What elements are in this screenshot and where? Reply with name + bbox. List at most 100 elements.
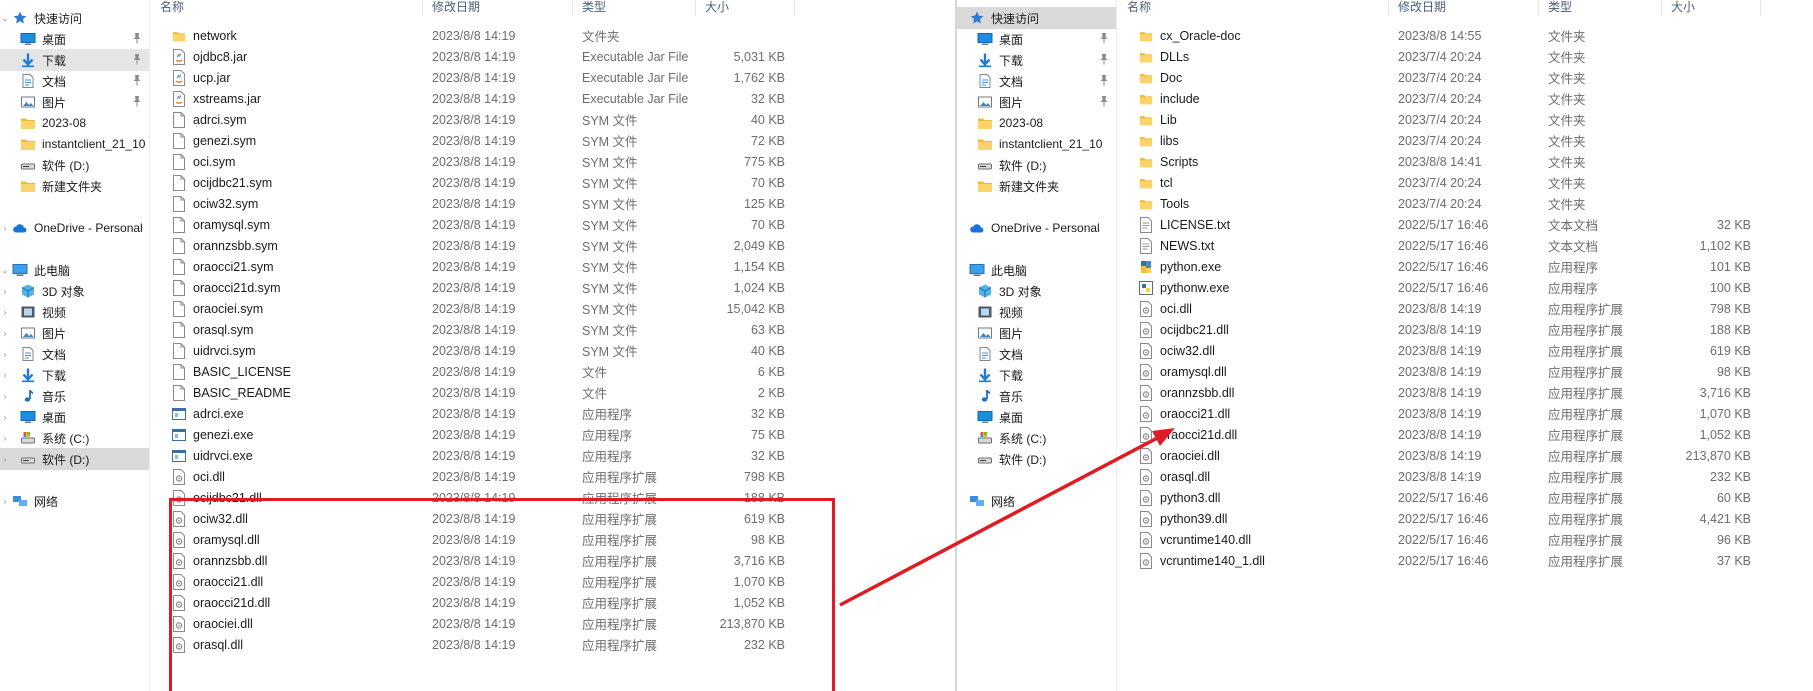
column-header-type[interactable]: 类型: [1539, 0, 1662, 16]
file-row[interactable]: ocijdbc21.sym 2023/8/8 14:19 SYM 文件 70 KB: [151, 172, 955, 193]
file-row[interactable]: python3.dll 2022/5/17 16:46 应用程序扩展 60 KB: [1118, 487, 1813, 508]
chevron-down-icon[interactable]: ⌄: [0, 14, 10, 23]
nav-item[interactable]: 图片: [0, 91, 149, 113]
file-row[interactable]: vcruntime140_1.dll 2022/5/17 16:46 应用程序扩展 3…: [1118, 550, 1813, 571]
nav-item[interactable]: 图片: [957, 91, 1116, 113]
nav-item[interactable]: 文档: [957, 70, 1116, 92]
chevron-down-icon[interactable]: ⌄: [0, 266, 10, 275]
chevron-right-icon[interactable]: ›: [0, 392, 10, 401]
nav-item[interactable]: 文档: [0, 70, 149, 92]
file-row[interactable]: oraocci21d.sym 2023/8/8 14:19 SYM 文件 1,024 …: [151, 277, 955, 298]
nav-item[interactable]: 软件 (D:): [957, 154, 1116, 176]
column-header-size[interactable]: 大小: [1662, 0, 1761, 16]
nav-item[interactable]: 文档: [957, 343, 1116, 365]
file-row[interactable]: oraocci21.sym 2023/8/8 14:19 SYM 文件 1,154 K…: [151, 256, 955, 277]
chevron-right-icon[interactable]: ›: [0, 413, 10, 422]
file-row[interactable]: cx_Oracle-doc 2023/8/8 14:55 文件夹: [1118, 25, 1813, 46]
nav-item[interactable]: 视频: [957, 301, 1116, 323]
file-row[interactable]: orannzsbb.sym 2023/8/8 14:19 SYM 文件 2,049 K…: [151, 235, 955, 256]
nav-item[interactable]: 新建文件夹: [957, 175, 1116, 197]
nav-item[interactable]: ⌄ 快速访问: [0, 7, 149, 29]
nav-item[interactable]: 桌面: [957, 406, 1116, 428]
file-row[interactable]: ociw32.sym 2023/8/8 14:19 SYM 文件 125 KB: [151, 193, 955, 214]
file-row[interactable]: oci.sym 2023/8/8 14:19 SYM 文件 775 KB: [151, 151, 955, 172]
file-row[interactable]: ocijdbc21.dll 2023/8/8 14:19 应用程序扩展 188 KB: [1118, 319, 1813, 340]
nav-item[interactable]: 图片: [957, 322, 1116, 344]
file-row[interactable]: adrci.exe 2023/8/8 14:19 应用程序 32 KB: [151, 403, 955, 424]
file-row[interactable]: oci.dll 2023/8/8 14:19 应用程序扩展 798 KB: [1118, 298, 1813, 319]
file-row[interactable]: orasql.dll 2023/8/8 14:19 应用程序扩展 232 KB: [1118, 466, 1813, 487]
column-header-name[interactable]: 名称: [1118, 0, 1389, 16]
nav-item[interactable]: 桌面: [0, 28, 149, 50]
nav-item[interactable]: › 音乐: [0, 385, 149, 407]
nav-item[interactable]: 3D 对象: [957, 280, 1116, 302]
file-row[interactable]: vcruntime140.dll 2022/5/17 16:46 应用程序扩展 96 …: [1118, 529, 1813, 550]
file-row[interactable]: tcl 2023/7/4 20:24 文件夹: [1118, 172, 1813, 193]
nav-item[interactable]: › 系统 (C:): [0, 427, 149, 449]
file-row[interactable]: BASIC_LICENSE 2023/8/8 14:19 文件 6 KB: [151, 361, 955, 382]
nav-item[interactable]: instantclient_21_10: [0, 133, 149, 155]
nav-item[interactable]: 音乐: [957, 385, 1116, 407]
column-header-name[interactable]: 名称: [151, 0, 423, 16]
file-row[interactable]: orasql.sym 2023/8/8 14:19 SYM 文件 63 KB: [151, 319, 955, 340]
nav-item[interactable]: instantclient_21_10: [957, 133, 1116, 155]
nav-item[interactable]: 桌面: [957, 28, 1116, 50]
chevron-right-icon[interactable]: ›: [0, 224, 10, 233]
file-row[interactable]: uidrvci.exe 2023/8/8 14:19 应用程序 32 KB: [151, 445, 955, 466]
file-row[interactable]: include 2023/7/4 20:24 文件夹: [1118, 88, 1813, 109]
nav-item[interactable]: 新建文件夹: [0, 175, 149, 197]
file-row[interactable]: DLLs 2023/7/4 20:24 文件夹: [1118, 46, 1813, 67]
column-header-date[interactable]: 修改日期: [423, 0, 573, 16]
nav-item[interactable]: › 下载: [0, 364, 149, 386]
file-row[interactable]: oraocci21d.dll 2023/8/8 14:19 应用程序扩展 1,052 …: [1118, 424, 1813, 445]
chevron-right-icon[interactable]: ›: [0, 434, 10, 443]
nav-item[interactable]: 下载: [957, 364, 1116, 386]
nav-item[interactable]: › 3D 对象: [0, 280, 149, 302]
file-row[interactable]: orannzsbb.dll 2023/8/8 14:19 应用程序扩展 3,716 K…: [1118, 382, 1813, 403]
file-row[interactable]: ociw32.dll 2023/8/8 14:19 应用程序扩展 619 KB: [1118, 340, 1813, 361]
nav-item[interactable]: › 文档: [0, 343, 149, 365]
chevron-right-icon[interactable]: ›: [0, 497, 10, 506]
file-row[interactable]: libs 2023/7/4 20:24 文件夹: [1118, 130, 1813, 151]
nav-item[interactable]: 下载: [0, 49, 149, 71]
file-row[interactable]: pythonw.exe 2022/5/17 16:46 应用程序 100 KB: [1118, 277, 1813, 298]
file-row[interactable]: oraociei.dll 2023/8/8 14:19 应用程序扩展 213,870 …: [1118, 445, 1813, 466]
nav-item[interactable]: ⌄ 此电脑: [0, 259, 149, 281]
file-row[interactable]: ucp.jar 2023/8/8 14:19 Executable Jar File…: [151, 67, 955, 88]
column-header-date[interactable]: 修改日期: [1389, 0, 1539, 16]
nav-item[interactable]: 系统 (C:): [957, 427, 1116, 449]
file-row[interactable]: oci.dll 2023/8/8 14:19 应用程序扩展 798 KB: [151, 466, 955, 487]
nav-item[interactable]: 软件 (D:): [0, 154, 149, 176]
file-row[interactable]: network 2023/8/8 14:19 文件夹: [151, 25, 955, 46]
file-row[interactable]: Tools 2023/7/4 20:24 文件夹: [1118, 193, 1813, 214]
file-row[interactable]: Lib 2023/7/4 20:24 文件夹: [1118, 109, 1813, 130]
chevron-right-icon[interactable]: ›: [0, 455, 10, 464]
column-header-size[interactable]: 大小: [696, 0, 795, 16]
file-row[interactable]: Doc 2023/7/4 20:24 文件夹: [1118, 67, 1813, 88]
chevron-right-icon[interactable]: ›: [0, 350, 10, 359]
file-row[interactable]: genezi.exe 2023/8/8 14:19 应用程序 75 KB: [151, 424, 955, 445]
chevron-right-icon[interactable]: ›: [0, 287, 10, 296]
file-row[interactable]: xstreams.jar 2023/8/8 14:19 Executable Jar…: [151, 88, 955, 109]
file-row[interactable]: python39.dll 2022/5/17 16:46 应用程序扩展 4,421 K…: [1118, 508, 1813, 529]
nav-item[interactable]: 2023-08: [0, 112, 149, 134]
nav-item[interactable]: › 视频: [0, 301, 149, 323]
nav-item[interactable]: › 桌面: [0, 406, 149, 428]
nav-item[interactable]: › OneDrive - Personal: [0, 217, 149, 239]
file-row[interactable]: oraociei.sym 2023/8/8 14:19 SYM 文件 15,042 K…: [151, 298, 955, 319]
file-row[interactable]: Scripts 2023/8/8 14:41 文件夹: [1118, 151, 1813, 172]
file-row[interactable]: oramysql.dll 2023/8/8 14:19 应用程序扩展 98 KB: [1118, 361, 1813, 382]
file-row[interactable]: ojdbc8.jar 2023/8/8 14:19 Executable Jar F…: [151, 46, 955, 67]
chevron-right-icon[interactable]: ›: [0, 308, 10, 317]
file-row[interactable]: python.exe 2022/5/17 16:46 应用程序 101 KB: [1118, 256, 1813, 277]
nav-item[interactable]: OneDrive - Personal: [957, 217, 1116, 239]
nav-item[interactable]: 2023-08: [957, 112, 1116, 134]
file-row[interactable]: oramysql.sym 2023/8/8 14:19 SYM 文件 70 KB: [151, 214, 955, 235]
nav-item[interactable]: 网络: [957, 490, 1116, 512]
file-row[interactable]: BASIC_README 2023/8/8 14:19 文件 2 KB: [151, 382, 955, 403]
nav-item[interactable]: 此电脑: [957, 259, 1116, 281]
file-row[interactable]: uidrvci.sym 2023/8/8 14:19 SYM 文件 40 KB: [151, 340, 955, 361]
nav-item[interactable]: › 图片: [0, 322, 149, 344]
nav-item[interactable]: 下载: [957, 49, 1116, 71]
nav-item[interactable]: 快速访问: [957, 7, 1116, 29]
